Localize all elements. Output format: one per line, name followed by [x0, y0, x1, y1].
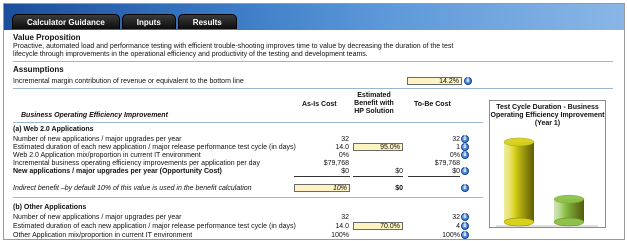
info-icon[interactable]: i — [461, 213, 469, 221]
tab-inputs[interactable]: Inputs — [121, 14, 176, 29]
other-benefit-input[interactable]: 70.0% — [353, 222, 403, 230]
info-icon[interactable]: i — [464, 77, 472, 85]
total-underline — [353, 176, 403, 177]
info-icon[interactable]: i — [461, 143, 469, 151]
web20-row5-label: New applications / major upgrades per ye… — [13, 168, 222, 175]
as-is-header: As-Is Cost — [302, 101, 337, 108]
web20-row1-to-be: 32 — [452, 136, 460, 143]
web20-row3-as-is: 0% — [338, 152, 349, 159]
web20-row2-label: Estimated duration of each new applicati… — [13, 144, 296, 151]
web20-row1-as-is: 32 — [341, 136, 349, 143]
total-underline — [294, 176, 350, 177]
info-icon[interactable]: i — [461, 231, 469, 239]
divider — [13, 61, 613, 62]
web20-row2-to-be: 1 — [456, 144, 460, 151]
assumptions-title: Assumptions — [13, 65, 64, 74]
chart-title-2: Operating Efficiency Improvement — [490, 112, 605, 119]
value-proposition-text-1: Proactive, automated load and performanc… — [13, 43, 454, 50]
estimated-header-2: Benefit with — [354, 100, 394, 107]
divider — [13, 197, 483, 198]
section-title: Business Operating Efficiency Improvemen… — [21, 112, 168, 119]
other-row3-to-be: 100% — [442, 232, 460, 239]
margin-label: Incremental margin contribution of reven… — [13, 78, 244, 85]
chart-title-1: Test Cycle Duration - Business — [496, 104, 599, 111]
calculator-window: Calculator Guidance Inputs Results Value… — [3, 3, 625, 240]
indirect-benefit-value: $0 — [395, 185, 403, 192]
tab-calculator-guidance[interactable]: Calculator Guidance — [12, 14, 120, 29]
header-banner: Calculator Guidance Inputs Results — [4, 4, 624, 30]
test-cycle-chart: Test Cycle Duration - Business Operating… — [489, 100, 606, 228]
web20-title: (a) Web 2.0 Applications — [13, 126, 94, 133]
chart-bar-as-is — [503, 137, 535, 227]
estimated-header-1: Estimated — [357, 92, 391, 99]
web20-benefit-input[interactable]: 95.0% — [353, 143, 403, 151]
web20-row1-label: Number of new applications / major upgra… — [13, 136, 182, 143]
info-icon[interactable]: i — [461, 222, 469, 230]
indirect-benefit-input[interactable]: 10% — [294, 184, 350, 192]
web20-row4-to-be: $79,768 — [434, 160, 460, 167]
other-row3-as-is: 100% — [331, 232, 349, 239]
indirect-benefit-label: Indirect benefit –by default 10% of this… — [13, 185, 252, 192]
estimated-header-3: HP Solution — [354, 108, 394, 115]
value-proposition-text-2: lifecycle through improvements in the op… — [13, 51, 368, 58]
info-icon[interactable]: i — [461, 151, 469, 159]
chart-bar-to-be — [553, 194, 585, 227]
web20-row5-as-is: $0 — [341, 168, 349, 175]
web20-row3-label: Web 2.0 Application mix/proportion in cu… — [13, 152, 201, 159]
info-icon[interactable]: i — [461, 135, 469, 143]
web20-row2-as-is: 14.0 — [335, 144, 349, 151]
info-icon[interactable]: i — [461, 184, 469, 192]
value-proposition-title: Value Proposition — [13, 33, 81, 42]
other-row1-to-be: 32 — [452, 214, 460, 221]
other-row1-label: Number of new applications / major upgra… — [13, 214, 182, 221]
web20-row5-benefit: $0 — [395, 168, 403, 175]
chart-title-3: (Year 1) — [534, 120, 561, 127]
other-row2-as-is: 14.0 — [335, 223, 349, 230]
web20-row4-label: Incremental business operating efficienc… — [13, 160, 260, 167]
other-row2-label: Estimated duration of each new applicati… — [13, 223, 296, 230]
divider — [13, 122, 483, 123]
tab-bar: Calculator Guidance Inputs Results — [12, 14, 237, 29]
other-row1-as-is: 32 — [341, 214, 349, 221]
web20-row5-to-be: $0 — [452, 168, 460, 175]
chart-plot-area — [496, 137, 598, 227]
divider — [13, 88, 613, 89]
info-icon[interactable]: i — [461, 167, 469, 175]
tab-results[interactable]: Results — [177, 14, 237, 29]
total-underline — [408, 176, 460, 177]
other-row2-to-be: 4 — [456, 223, 460, 230]
web20-row3-to-be: 0% — [449, 152, 460, 159]
to-be-header: To-Be Cost — [414, 101, 451, 108]
other-title: (b) Other Applications — [13, 204, 87, 211]
other-row3-label: Other Application mix/proportion in curr… — [13, 232, 193, 239]
margin-input[interactable]: 14.2% — [407, 77, 462, 85]
web20-row4-as-is: $79,768 — [323, 160, 349, 167]
